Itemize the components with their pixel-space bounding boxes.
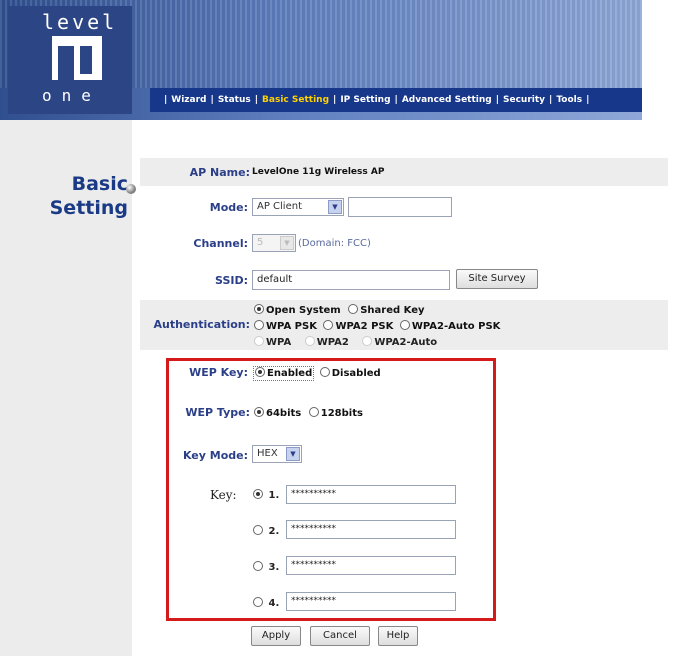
auth-wpa[interactable]: WPA bbox=[254, 336, 291, 348]
logo-word-level: level bbox=[42, 10, 118, 34]
key-label: Key: bbox=[210, 488, 237, 502]
channel-row: Channel: 5 ▼ (Domain: FCC) bbox=[140, 230, 668, 256]
auth-shared-key[interactable]: Shared Key bbox=[348, 304, 425, 316]
logo-mark-icon bbox=[52, 36, 102, 80]
radio-icon bbox=[319, 367, 330, 377]
mode-row: Mode: AP Client ▼ bbox=[140, 194, 668, 220]
ssid-row: SSID: default Site Survey bbox=[140, 266, 668, 294]
key-3-radio[interactable]: 3. bbox=[253, 560, 279, 573]
chevron-down-icon: ▼ bbox=[328, 200, 342, 214]
auth-wpa2-auto[interactable]: WPA2-Auto bbox=[362, 336, 437, 348]
radio-icon bbox=[323, 320, 334, 330]
brand-logo: level one bbox=[8, 6, 132, 114]
radio-icon bbox=[254, 320, 264, 330]
key-2-radio[interactable]: 2. bbox=[253, 524, 279, 537]
radio-icon bbox=[254, 407, 264, 417]
key-4-radio[interactable]: 4. bbox=[253, 596, 279, 609]
key-1-radio[interactable]: 1. bbox=[253, 488, 279, 501]
authentication-row: Authentication: Open System Shared Key W… bbox=[140, 300, 668, 350]
mode-label: Mode: bbox=[209, 201, 248, 214]
radio-icon bbox=[308, 407, 319, 417]
wep-key-label: WEP Key: bbox=[189, 366, 248, 379]
mode-select[interactable]: AP Client ▼ bbox=[252, 198, 344, 216]
chevron-down-icon: ▼ bbox=[280, 236, 294, 250]
cancel-button[interactable]: Cancel bbox=[310, 626, 370, 646]
logo-word-one: one bbox=[42, 86, 101, 105]
channel-label: Channel: bbox=[193, 237, 248, 250]
wep-key-disabled[interactable]: Disabled bbox=[319, 367, 381, 379]
chevron-down-icon: ▼ bbox=[286, 447, 300, 461]
apply-button[interactable]: Apply bbox=[251, 626, 301, 646]
ap-name-label: AP Name: bbox=[189, 166, 250, 179]
key-mode-label: Key Mode: bbox=[182, 449, 248, 462]
ssid-label: SSID: bbox=[215, 274, 248, 287]
radio-icon bbox=[254, 336, 264, 346]
auth-wpa2-auto-psk[interactable]: WPA2-Auto PSK bbox=[399, 320, 500, 332]
key-2-input[interactable]: ********** bbox=[286, 520, 456, 539]
wep-type-label: WEP Type: bbox=[185, 406, 250, 419]
header-banner: level one | Wizard | Status | Basic Sett… bbox=[0, 0, 642, 120]
radio-icon bbox=[253, 525, 263, 535]
sidebar: Basic Setting bbox=[0, 120, 132, 656]
radio-icon bbox=[348, 304, 359, 314]
radio-icon bbox=[253, 597, 263, 607]
key-1-input[interactable]: ********** bbox=[286, 485, 456, 504]
authentication-label: Authentication: bbox=[153, 318, 250, 331]
nav-tools[interactable]: Tools bbox=[556, 95, 582, 105]
domain-note: (Domain: FCC) bbox=[298, 238, 371, 249]
wep-type-64bits[interactable]: 64bits bbox=[254, 407, 301, 419]
nav-basic-setting[interactable]: Basic Setting bbox=[262, 95, 329, 105]
ap-name-row: AP Name: LevelOne 11g Wireless AP bbox=[140, 158, 668, 186]
radio-icon bbox=[399, 320, 410, 330]
radio-icon bbox=[253, 561, 263, 571]
channel-select[interactable]: 5 ▼ bbox=[252, 234, 296, 252]
nav-wizard[interactable]: Wizard bbox=[171, 95, 206, 105]
wep-key-enabled[interactable]: Enabled bbox=[253, 366, 315, 381]
key-3-input[interactable]: ********** bbox=[286, 556, 456, 575]
nav-advanced-setting[interactable]: Advanced Setting bbox=[402, 95, 492, 105]
key-mode-select[interactable]: HEX ▼ bbox=[252, 445, 302, 463]
wep-type-128bits[interactable]: 128bits bbox=[308, 407, 363, 419]
nav-security[interactable]: Security bbox=[503, 95, 545, 105]
radio-icon bbox=[304, 336, 315, 346]
auth-open-system[interactable]: Open System bbox=[254, 304, 341, 316]
ap-name-value: LevelOne 11g Wireless AP bbox=[252, 167, 385, 177]
radio-icon bbox=[253, 489, 263, 499]
title-bullet-icon bbox=[126, 184, 136, 194]
nav-status[interactable]: Status bbox=[218, 95, 251, 105]
auth-wpa2[interactable]: WPA2 bbox=[304, 336, 349, 348]
radio-icon bbox=[255, 367, 265, 377]
radio-icon bbox=[254, 304, 264, 314]
key-4-input[interactable]: ********** bbox=[286, 592, 456, 611]
auth-wpa-psk[interactable]: WPA PSK bbox=[254, 320, 317, 332]
nav-ip-setting[interactable]: IP Setting bbox=[340, 95, 390, 105]
help-button[interactable]: Help bbox=[378, 626, 418, 646]
page-title: Basic Setting bbox=[49, 173, 128, 219]
mode-extra-input[interactable] bbox=[348, 197, 452, 217]
top-nav: | Wizard | Status | Basic Setting | IP S… bbox=[150, 88, 642, 112]
site-survey-button[interactable]: Site Survey bbox=[456, 269, 538, 289]
ssid-input[interactable]: default bbox=[252, 270, 450, 290]
auth-wpa2-psk[interactable]: WPA2 PSK bbox=[323, 320, 393, 332]
radio-icon bbox=[362, 336, 373, 346]
